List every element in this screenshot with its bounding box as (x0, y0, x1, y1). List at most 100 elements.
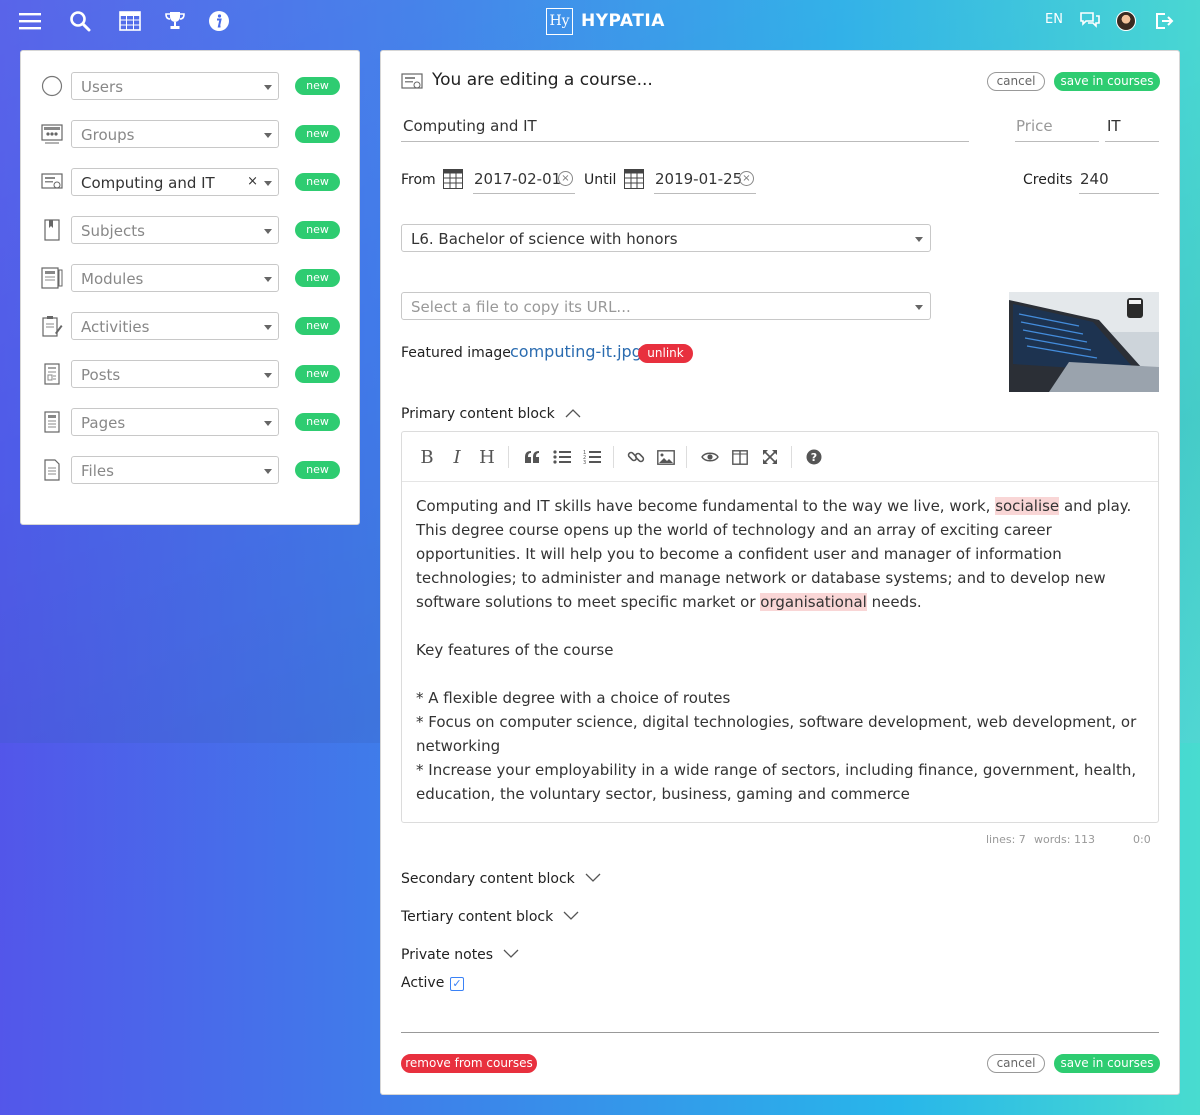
unlink-button[interactable]: unlink (638, 344, 693, 363)
clear-until-date-icon[interactable]: × (739, 171, 754, 186)
active-label: Active (401, 975, 445, 991)
italic-icon[interactable]: I (445, 445, 469, 469)
bullet-list-icon[interactable] (550, 445, 574, 469)
level-select[interactable]: L6. Bachelor of science with honors (401, 224, 931, 252)
save-button-top[interactable]: save in courses (1054, 72, 1160, 91)
fullscreen-icon[interactable] (758, 445, 782, 469)
featured-image-thumbnail (1009, 292, 1159, 392)
chevron-down-icon (585, 871, 601, 887)
brand-logo[interactable]: Hy HYPATIA (546, 6, 665, 36)
sidebar-row-posts: Posts new (21, 359, 361, 389)
spelling-highlight: socialise (995, 497, 1060, 515)
new-activities-button[interactable]: new (295, 317, 340, 335)
content-paragraph: Key features of the course (416, 641, 614, 659)
clear-from-date-icon[interactable]: × (558, 171, 573, 186)
tertiary-content-toggle[interactable]: Tertiary content block (401, 909, 579, 925)
active-checkbox[interactable]: ✓ (450, 977, 464, 991)
logout-icon[interactable] (1152, 9, 1176, 33)
subjects-select[interactable]: Subjects (71, 216, 279, 244)
credits-input[interactable]: 240 (1079, 166, 1159, 194)
tertiary-content-label: Tertiary content block (401, 909, 554, 925)
price-input[interactable]: Price (1015, 113, 1099, 142)
modules-select[interactable]: Modules (71, 264, 279, 292)
page-title: You are editing a course... (432, 70, 653, 90)
trophy-icon[interactable] (163, 9, 187, 33)
pages-icon (41, 411, 63, 433)
new-courses-button[interactable]: new (295, 173, 340, 191)
heading-icon[interactable]: H (475, 445, 499, 469)
new-posts-button[interactable]: new (295, 365, 340, 383)
menu-icon[interactable] (18, 9, 42, 33)
private-notes-toggle[interactable]: Private notes (401, 947, 519, 963)
calendar-icon[interactable] (118, 9, 142, 33)
until-label: Until (584, 172, 617, 188)
save-button-bottom[interactable]: save in courses (1054, 1054, 1160, 1073)
featured-image-label: Featured image (401, 345, 511, 361)
editor-content[interactable]: Computing and IT skills have become fund… (416, 494, 1146, 806)
activities-select[interactable]: Activities (71, 312, 279, 340)
image-icon[interactable] (654, 445, 678, 469)
numbered-list-icon[interactable]: 123 (580, 445, 604, 469)
new-pages-button[interactable]: new (295, 413, 340, 431)
course-icon (401, 72, 423, 92)
until-calendar-icon[interactable] (624, 169, 644, 189)
avatar[interactable] (1116, 11, 1136, 31)
file-select[interactable]: Select a file to copy its URL... (401, 292, 931, 320)
entity-selector-panel: Users new Groups new Computing and IT × … (20, 50, 360, 525)
course-name-input[interactable]: Computing and IT (401, 113, 969, 142)
new-files-button[interactable]: new (295, 461, 340, 479)
status-cursor: 0:0 (1133, 833, 1151, 846)
sidebar-row-files: Files new (21, 455, 361, 485)
help-icon[interactable]: ? (802, 445, 826, 469)
modules-icon (41, 267, 63, 289)
status-words: words: 113 (1034, 833, 1095, 846)
users-icon (41, 75, 63, 97)
quote-icon[interactable] (520, 445, 544, 469)
primary-content-label: Primary content block (401, 406, 555, 422)
pages-select[interactable]: Pages (71, 408, 279, 436)
preview-eye-icon[interactable] (698, 445, 722, 469)
sidebar-row-groups: Groups new (21, 119, 361, 149)
brand-name: HYPATIA (581, 11, 665, 31)
groups-icon (41, 123, 63, 145)
price-currency-input[interactable]: IT (1105, 113, 1159, 142)
svg-text:?: ? (811, 451, 817, 464)
users-select[interactable]: Users (71, 72, 279, 100)
sidebar-row-users: Users new (21, 71, 361, 101)
primary-content-toggle[interactable]: Primary content block (401, 406, 581, 422)
cancel-button-bottom[interactable]: cancel (987, 1054, 1045, 1073)
sidebar-row-pages: Pages new (21, 407, 361, 437)
sidebar-row-modules: Modules new (21, 263, 361, 293)
new-groups-button[interactable]: new (295, 125, 340, 143)
language-switch[interactable]: EN (1045, 12, 1063, 27)
courses-select[interactable]: Computing and IT × (71, 168, 279, 196)
featured-image-link[interactable]: computing-it.jpg (510, 342, 642, 361)
content-list-item: * Focus on computer science, digital tec… (416, 713, 1137, 755)
remove-from-courses-button[interactable]: remove from courses (401, 1054, 537, 1073)
files-icon (41, 459, 63, 481)
new-modules-button[interactable]: new (295, 269, 340, 287)
search-icon[interactable] (68, 9, 92, 33)
content-list-item: * A flexible degree with a choice of rou… (416, 689, 731, 707)
new-users-button[interactable]: new (295, 77, 340, 95)
secondary-content-toggle[interactable]: Secondary content block (401, 871, 601, 887)
groups-select[interactable]: Groups (71, 120, 279, 148)
side-by-side-icon[interactable] (728, 445, 752, 469)
status-lines: lines: 7 (986, 833, 1026, 846)
from-calendar-icon[interactable] (443, 169, 463, 189)
brand-mark: Hy (546, 7, 573, 35)
cancel-button-top[interactable]: cancel (987, 72, 1045, 91)
chat-icon[interactable] (1078, 9, 1102, 33)
clear-course-icon[interactable]: × (247, 174, 258, 189)
footer-divider (401, 1032, 1159, 1033)
info-icon[interactable] (207, 9, 231, 33)
sidebar-row-activities: Activities new (21, 311, 361, 341)
bold-icon[interactable]: B (415, 445, 439, 469)
new-subjects-button[interactable]: new (295, 221, 340, 239)
link-icon[interactable] (624, 445, 648, 469)
secondary-content-label: Secondary content block (401, 871, 575, 887)
chevron-down-icon (503, 947, 519, 963)
files-select[interactable]: Files (71, 456, 279, 484)
course-editor-panel: You are editing a course... cancel save … (380, 50, 1180, 1095)
posts-select[interactable]: Posts (71, 360, 279, 388)
